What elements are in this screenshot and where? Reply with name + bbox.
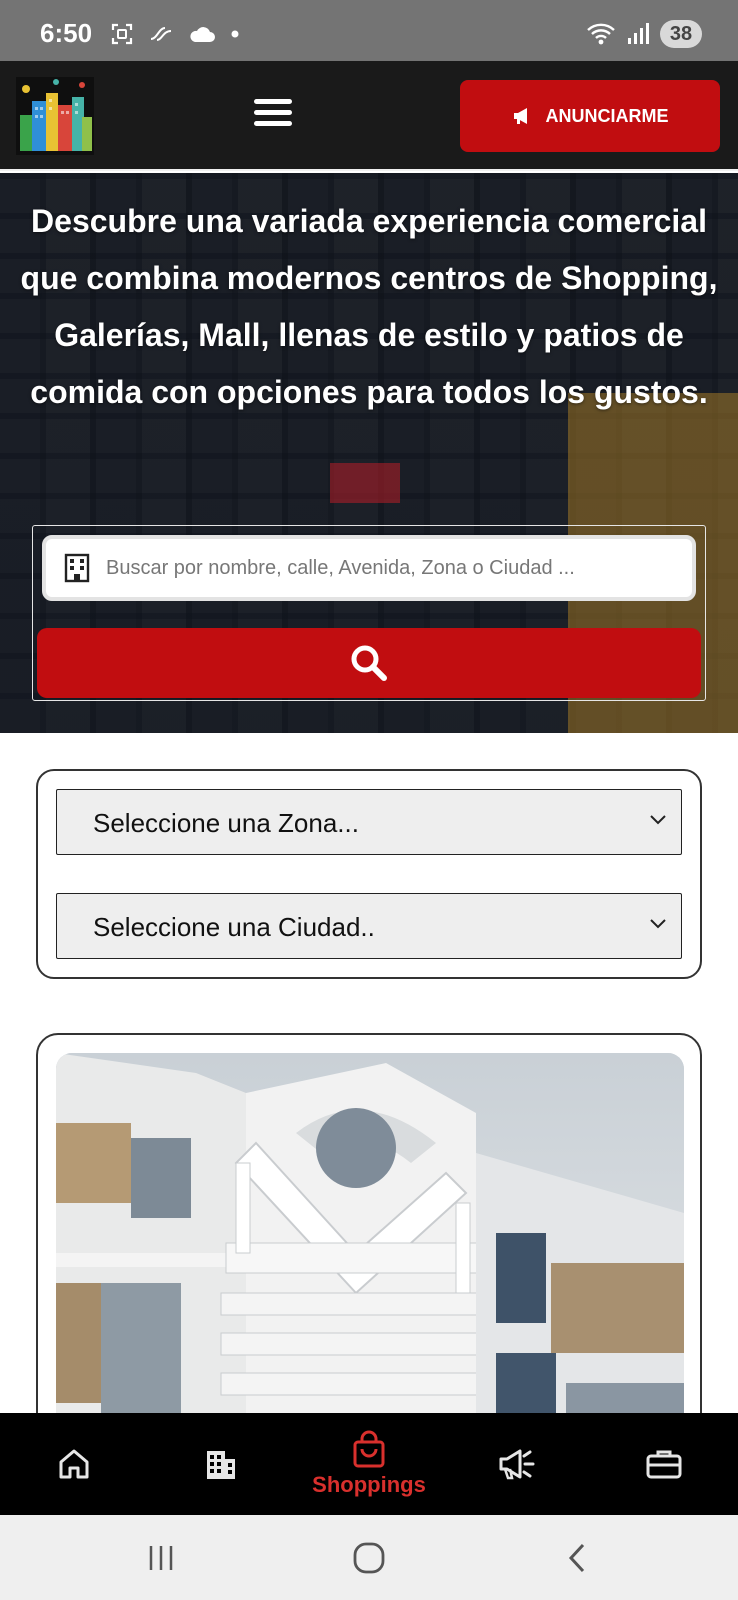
building-icon	[64, 553, 90, 583]
status-left-icons	[110, 22, 240, 46]
search-input-wrapper	[42, 535, 696, 601]
nav-business[interactable]	[590, 1413, 738, 1515]
logo-icon[interactable]	[16, 77, 94, 155]
battery-indicator: 38	[660, 20, 702, 48]
bottom-navigation: Shoppings	[0, 1413, 738, 1515]
wifi-icon	[587, 23, 615, 45]
nav-home[interactable]	[0, 1413, 148, 1515]
megaphone-icon	[513, 108, 527, 124]
back-chevron-icon	[568, 1543, 585, 1573]
back-button[interactable]	[552, 1535, 602, 1581]
home-system-button[interactable]	[344, 1535, 394, 1581]
advertise-button[interactable]: ANUNCIARME	[460, 80, 720, 152]
dot-icon	[231, 30, 239, 38]
megaphone-icon	[499, 1449, 535, 1480]
status-bar: 6:50 38	[0, 0, 738, 61]
screenshot-icon	[111, 23, 133, 45]
link-icon	[150, 27, 172, 41]
search-icon	[351, 645, 387, 681]
cloud-icon	[190, 27, 215, 42]
search-input[interactable]	[106, 539, 686, 597]
home-circle-icon	[353, 1542, 385, 1574]
building-icon	[207, 1451, 236, 1479]
ciudad-select-value: Seleccione una Ciudad..	[93, 912, 375, 942]
signal-icon	[628, 23, 649, 44]
status-right-icons: 38	[586, 20, 702, 48]
chevron-down-icon	[650, 815, 666, 825]
hero-title: Descubre una variada experiencia comerci…	[20, 203, 718, 410]
hero-background-decoration	[330, 463, 400, 503]
chevron-down-icon	[650, 919, 666, 929]
hamburger-menu-icon	[254, 99, 292, 104]
ciudad-select[interactable]: Seleccione una Ciudad..	[56, 893, 682, 959]
shopping-listing-card[interactable]	[36, 1033, 702, 1453]
hero-section: Descubre una variada experiencia comerci…	[0, 173, 738, 733]
shopping-bag-icon	[353, 1430, 385, 1468]
nav-shoppings[interactable]: Shoppings	[295, 1413, 443, 1515]
search-button[interactable]	[37, 628, 701, 698]
app-header: ANUNCIARME	[0, 61, 738, 171]
nav-buildings[interactable]	[148, 1413, 296, 1515]
search-box	[32, 525, 706, 701]
nav-advertise[interactable]	[443, 1413, 591, 1515]
advertise-button-label: ANUNCIARME	[545, 105, 669, 126]
recent-apps-button[interactable]	[136, 1535, 186, 1581]
hamburger-menu-button[interactable]	[254, 99, 300, 135]
zona-select-value: Seleccione una Zona...	[93, 808, 359, 838]
status-time: 6:50	[40, 18, 93, 48]
shopping-building-image[interactable]	[56, 1053, 684, 1453]
filters-card: Seleccione una Zona... Seleccione una Ci…	[36, 769, 702, 979]
system-navigation-bar	[0, 1515, 738, 1600]
home-icon	[59, 1449, 89, 1479]
zona-select[interactable]: Seleccione una Zona...	[56, 789, 682, 855]
recent-apps-icon	[149, 1546, 173, 1570]
briefcase-icon	[646, 1450, 682, 1479]
nav-shoppings-label: Shoppings	[312, 1472, 426, 1497]
